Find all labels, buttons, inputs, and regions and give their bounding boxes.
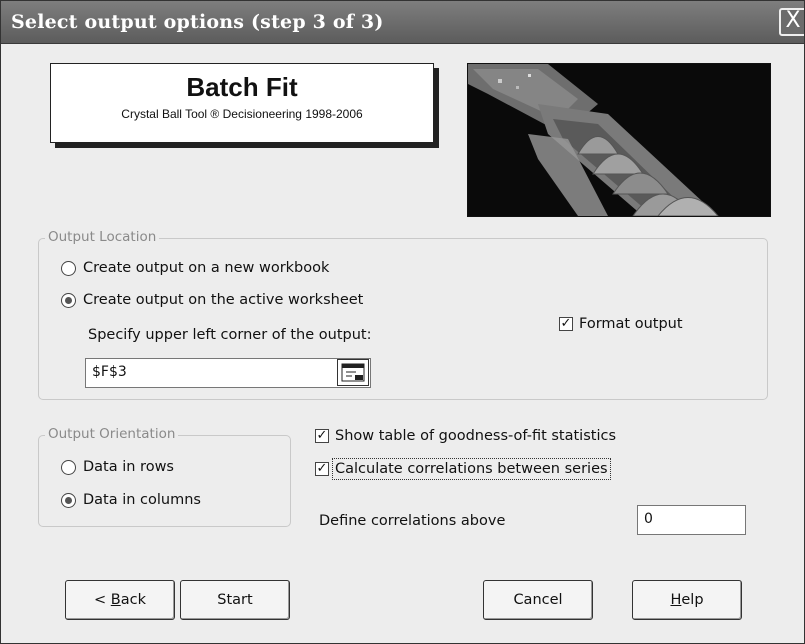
gof-table-label: Show table of goodness-of-fit statistics <box>335 428 617 444</box>
output-orientation-legend: Output Orientation <box>45 426 179 442</box>
corner-prompt-label: Specify upper left corner of the output: <box>88 327 372 343</box>
data-in-rows-radio[interactable] <box>61 459 76 475</box>
gof-table-checkbox[interactable]: ✓ <box>315 429 329 443</box>
active-worksheet-label: Create output on the active worksheet <box>83 292 364 308</box>
data-in-columns-radio[interactable] <box>61 492 76 508</box>
decorative-photo <box>467 63 771 217</box>
data-in-columns-option[interactable]: Data in columns <box>61 492 201 508</box>
correlations-option[interactable]: ✓ Calculate correlations between series <box>315 458 611 480</box>
format-output-checkbox[interactable]: ✓ <box>559 317 573 331</box>
logo-title: Batch Fit <box>186 72 298 102</box>
corr-threshold-input[interactable]: 0 <box>637 505 746 535</box>
gof-table-option[interactable]: ✓ Show table of goodness-of-fit statisti… <box>315 428 616 444</box>
back-button-rest: ack <box>120 592 146 608</box>
cancel-button[interactable]: Cancel <box>483 580 593 620</box>
dialog-window: Select output options (step 3 of 3) X Ba… <box>0 0 805 644</box>
format-output-option[interactable]: ✓ Format output <box>559 316 683 332</box>
back-button[interactable]: < Back <box>65 580 175 620</box>
product-logo: Batch Fit Crystal Ball Tool ® Decisionee… <box>50 63 434 143</box>
back-button-prefix: < <box>94 592 111 608</box>
help-button-mnemonic: H <box>670 592 682 608</box>
range-picker-icon[interactable] <box>337 359 369 386</box>
corr-threshold-label: Define correlations above <box>319 513 506 529</box>
corner-cell-input[interactable]: $F$3 <box>85 358 371 388</box>
output-location-legend: Output Location <box>45 229 160 245</box>
active-worksheet-option[interactable]: Create output on the active worksheet <box>61 292 363 308</box>
close-icon[interactable]: X <box>779 8 804 36</box>
format-output-label: Format output <box>579 316 683 332</box>
help-button-rest: elp <box>681 592 704 608</box>
help-button[interactable]: Help <box>632 580 742 620</box>
data-in-rows-option[interactable]: Data in rows <box>61 459 174 475</box>
logo-subtitle: Crystal Ball Tool ® Decisioneering 1998-… <box>121 107 363 121</box>
corner-prompt: Specify upper left corner of the output: <box>88 327 372 343</box>
output-orientation-group: Output Orientation <box>38 426 291 527</box>
active-worksheet-radio[interactable] <box>61 292 76 308</box>
corr-threshold-prompt: Define correlations above <box>319 513 505 529</box>
start-button[interactable]: Start <box>180 580 290 620</box>
new-workbook-option[interactable]: Create output on a new workbook <box>61 260 329 276</box>
data-in-columns-label: Data in columns <box>83 492 201 508</box>
correlations-label: Calculate correlations between series <box>332 458 611 480</box>
dialog-title: Select output options (step 3 of 3) <box>11 11 384 33</box>
correlations-checkbox[interactable]: ✓ <box>315 462 329 476</box>
new-workbook-radio[interactable] <box>61 260 76 276</box>
data-in-rows-label: Data in rows <box>83 459 174 475</box>
title-bar[interactable]: Select output options (step 3 of 3) X <box>1 1 804 44</box>
new-workbook-label: Create output on a new workbook <box>83 260 330 276</box>
back-button-mnemonic: B <box>110 592 121 608</box>
